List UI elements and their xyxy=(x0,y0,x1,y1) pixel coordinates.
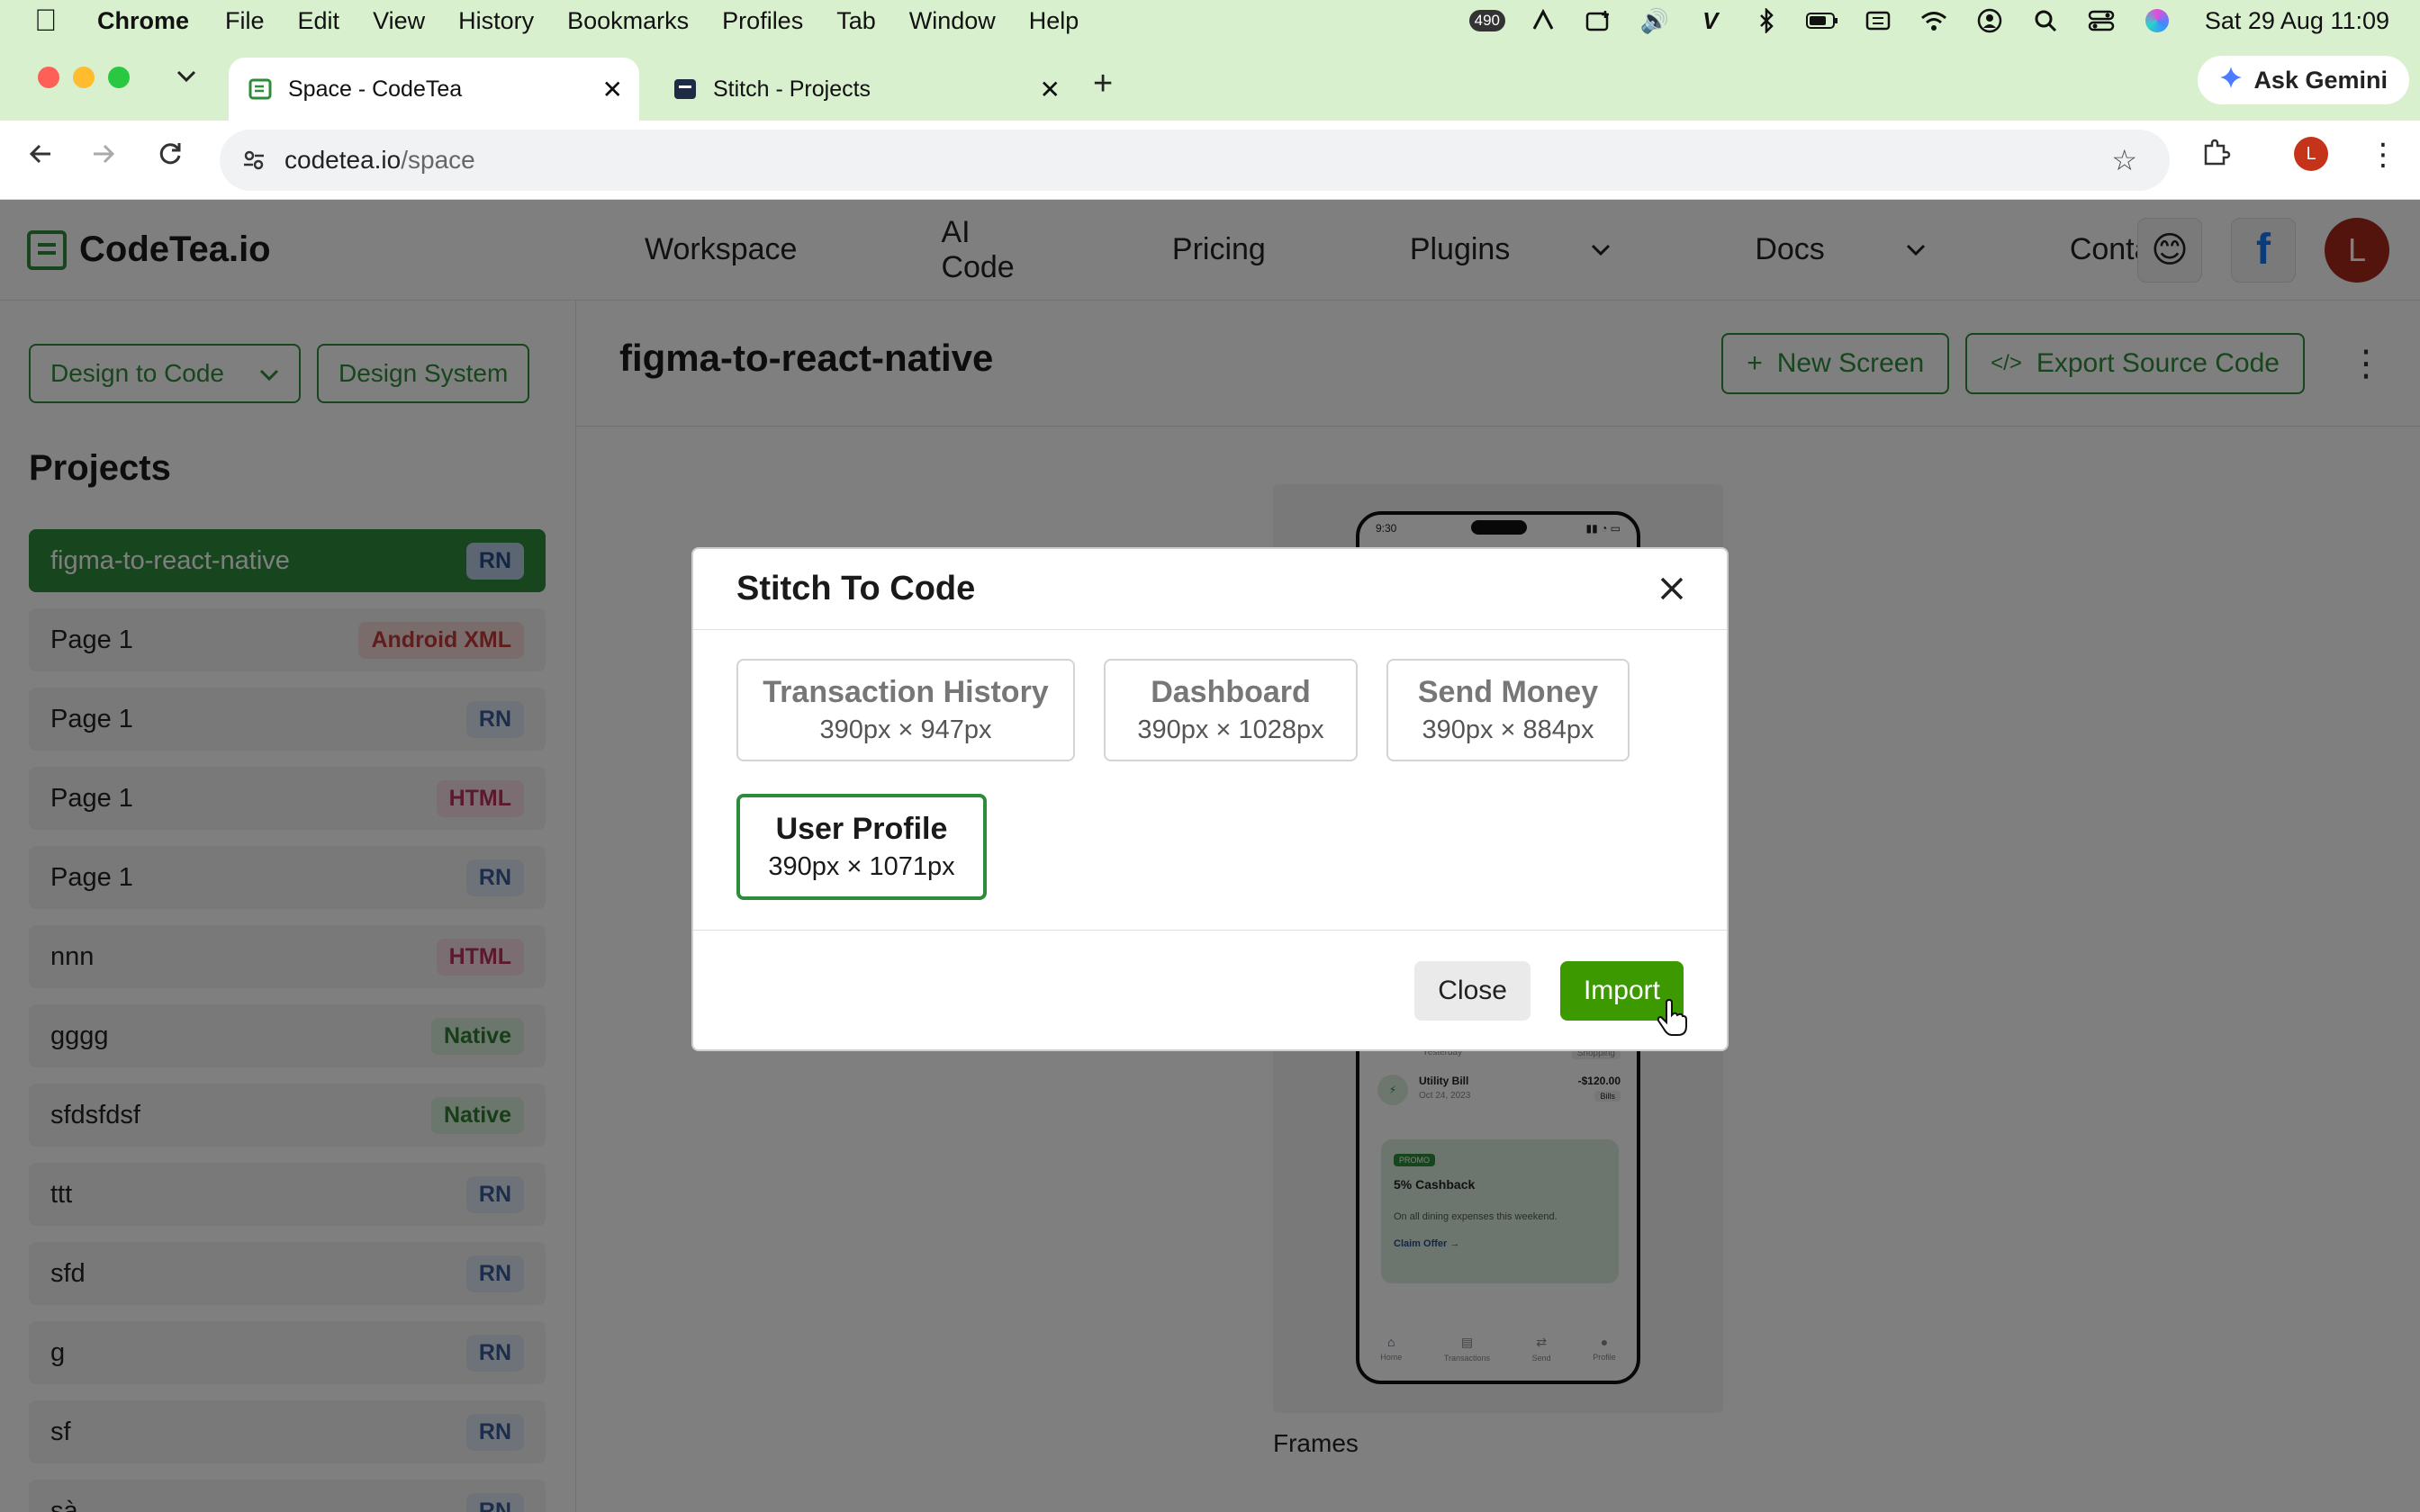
wifi-icon[interactable] xyxy=(1917,7,1951,34)
control-center-icon[interactable] xyxy=(2084,7,2118,34)
menu-help[interactable]: Help xyxy=(1029,7,1079,35)
browser-tab-strip: Space - CodeTea ✕ Stitch - Projects ✕ + … xyxy=(0,41,2420,121)
menu-app-name[interactable]: Chrome xyxy=(97,7,189,35)
screen-option-send-money[interactable]: Send Money 390px × 884px xyxy=(1386,659,1630,761)
forward-arrow-icon[interactable] xyxy=(90,140,117,176)
tab-codetea[interactable]: Space - CodeTea ✕ xyxy=(229,58,639,121)
url-host: codetea.io xyxy=(284,146,402,174)
new-tab-plus-icon[interactable]: + xyxy=(1093,65,1113,104)
apple-icon[interactable]:  xyxy=(34,4,70,39)
menu-view[interactable]: View xyxy=(373,7,425,35)
close-button[interactable]: Close xyxy=(1414,961,1531,1021)
reload-icon[interactable] xyxy=(157,140,184,176)
menu-file[interactable]: File xyxy=(225,7,265,35)
url-text: codetea.io/space xyxy=(284,146,475,175)
screen-name: Dashboard xyxy=(1151,675,1311,709)
modal-footer: Close Import xyxy=(693,931,1727,1053)
screen-size: 390px × 884px xyxy=(1422,716,1594,744)
tab-title: Stitch - Projects xyxy=(713,76,871,102)
screen-name: Send Money xyxy=(1417,675,1599,709)
menu-bookmarks[interactable]: Bookmarks xyxy=(567,7,689,35)
codetea-favicon-icon xyxy=(247,76,274,103)
macos-menubar:  Chrome File Edit View History Bookmark… xyxy=(0,0,2420,41)
screen-size: 390px × 947px xyxy=(819,716,992,744)
volume-icon[interactable]: 🔊 xyxy=(1638,7,1672,34)
extensions-puzzle-icon[interactable] xyxy=(2200,137,2231,167)
back-arrow-icon[interactable] xyxy=(27,140,54,176)
window-minimize-button[interactable] xyxy=(73,67,95,88)
stitch-to-code-modal: Stitch To Code Transaction History 390px… xyxy=(691,547,1729,1051)
notification-count-icon[interactable]: 490 xyxy=(1468,7,1505,34)
tab-close-icon[interactable]: ✕ xyxy=(1040,75,1061,104)
chrome-menu-kebab-icon[interactable]: ⋮ xyxy=(2368,137,2398,173)
bookmark-star-icon[interactable]: ☆ xyxy=(2111,143,2137,177)
siri-icon[interactable] xyxy=(2140,7,2174,34)
window-controls xyxy=(38,67,130,88)
battery-icon[interactable] xyxy=(1805,7,1839,34)
status-icons: 490 🔊 V Sat 29 Aug 11:09 xyxy=(1468,7,2389,35)
window-zoom-button[interactable] xyxy=(108,67,130,88)
screen-option-transaction-history[interactable]: Transaction History 390px × 947px xyxy=(736,659,1075,761)
profile-initial: L xyxy=(2294,137,2328,171)
menubar-clock[interactable]: Sat 29 Aug 11:09 xyxy=(2205,7,2389,35)
window-close-button[interactable] xyxy=(38,67,59,88)
modal-title: Stitch To Code xyxy=(736,570,976,608)
pointer-hand-cursor-icon xyxy=(1657,998,1687,1046)
stitch-favicon-icon xyxy=(672,76,699,103)
screen-size: 390px × 1028px xyxy=(1137,716,1324,744)
screen-size: 390px × 1071px xyxy=(768,852,955,881)
screen-name: Transaction History xyxy=(763,675,1049,709)
v-logo-icon[interactable]: V xyxy=(1693,7,1728,34)
gemini-sparkle-icon xyxy=(2219,66,2243,95)
screen-share-icon[interactable] xyxy=(1582,7,1616,34)
browser-toolbar: codetea.io/space ☆ L ⋮ xyxy=(0,121,2420,200)
modal-header: Stitch To Code xyxy=(693,549,1727,630)
gemini-label: Ask Gemini xyxy=(2253,66,2388,94)
bluetooth-icon[interactable] xyxy=(1749,7,1783,34)
user-account-icon[interactable] xyxy=(1973,7,2007,34)
modal-close-icon[interactable] xyxy=(1658,571,1685,611)
menu-profiles[interactable]: Profiles xyxy=(722,7,803,35)
a-logo-icon[interactable] xyxy=(1526,7,1560,34)
tab-search-chevron-icon[interactable] xyxy=(176,61,196,89)
app-menus: Chrome File Edit View History Bookmarks … xyxy=(97,7,1112,35)
tab-title: Space - CodeTea xyxy=(288,76,463,102)
ask-gemini-button[interactable]: Ask Gemini xyxy=(2198,56,2409,104)
site-info-icon[interactable] xyxy=(236,142,272,178)
screen-options: Transaction History 390px × 947px Dashbo… xyxy=(693,630,1727,931)
tab-stitch[interactable]: Stitch - Projects ✕ xyxy=(654,58,1077,121)
tab-close-icon[interactable]: ✕ xyxy=(602,75,623,104)
menu-tab[interactable]: Tab xyxy=(836,7,876,35)
spotlight-search-icon[interactable] xyxy=(2028,7,2063,34)
menu-history[interactable]: History xyxy=(458,7,534,35)
screen-name: User Profile xyxy=(775,812,948,846)
menu-window[interactable]: Window xyxy=(909,7,996,35)
menu-edit[interactable]: Edit xyxy=(298,7,340,35)
screen-option-dashboard[interactable]: Dashboard 390px × 1028px xyxy=(1104,659,1358,761)
keyboard-icon[interactable] xyxy=(1861,7,1895,34)
address-bar[interactable]: codetea.io/space ☆ xyxy=(220,130,2170,191)
url-path: /space xyxy=(401,146,475,174)
screen-option-user-profile[interactable]: User Profile 390px × 1071px xyxy=(736,794,987,900)
chrome-profile-avatar[interactable]: L xyxy=(2294,137,2328,171)
